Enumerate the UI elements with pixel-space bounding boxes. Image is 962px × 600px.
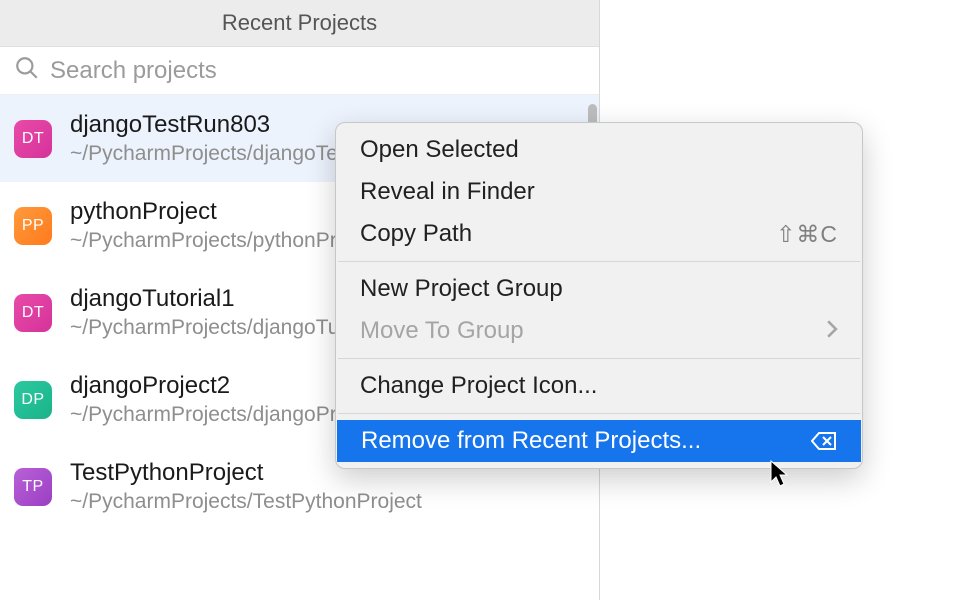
menu-item-label: Move To Group — [360, 317, 524, 345]
menu-remove-from-recent[interactable]: Remove from Recent Projects... — [337, 420, 861, 462]
menu-separator — [338, 358, 860, 359]
menu-open-selected[interactable]: Open Selected — [336, 129, 862, 171]
project-icon: DT — [14, 294, 52, 332]
menu-item-label: Reveal in Finder — [360, 178, 535, 206]
search-input[interactable] — [50, 57, 585, 85]
context-menu: Open Selected Reveal in Finder Copy Path… — [335, 122, 863, 469]
menu-separator — [338, 261, 860, 262]
project-icon: TP — [14, 468, 52, 506]
chevron-right-icon — [826, 317, 838, 345]
menu-item-label: Copy Path — [360, 220, 472, 248]
menu-item-label: Change Project Icon... — [360, 372, 597, 400]
menu-reveal-in-finder[interactable]: Reveal in Finder — [336, 171, 862, 213]
menu-move-to-group[interactable]: Move To Group — [336, 310, 862, 352]
project-path: ~/PycharmProjects/TestPythonProject — [70, 490, 422, 514]
menu-item-label: Open Selected — [360, 136, 519, 164]
menu-new-project-group[interactable]: New Project Group — [336, 268, 862, 310]
mouse-cursor-icon — [770, 460, 790, 493]
panel-title: Recent Projects — [0, 0, 599, 47]
menu-separator — [338, 413, 860, 414]
search-icon — [14, 55, 40, 86]
project-icon: DP — [14, 381, 52, 419]
project-icon: DT — [14, 120, 52, 158]
menu-item-label: Remove from Recent Projects... — [361, 427, 701, 455]
menu-change-project-icon[interactable]: Change Project Icon... — [336, 365, 862, 407]
menu-copy-path[interactable]: Copy Path ⇧⌘C — [336, 213, 862, 255]
project-icon: PP — [14, 207, 52, 245]
delete-icon — [811, 431, 837, 451]
menu-shortcut: ⇧⌘C — [776, 221, 838, 248]
search-row — [0, 47, 599, 95]
menu-item-label: New Project Group — [360, 275, 563, 303]
